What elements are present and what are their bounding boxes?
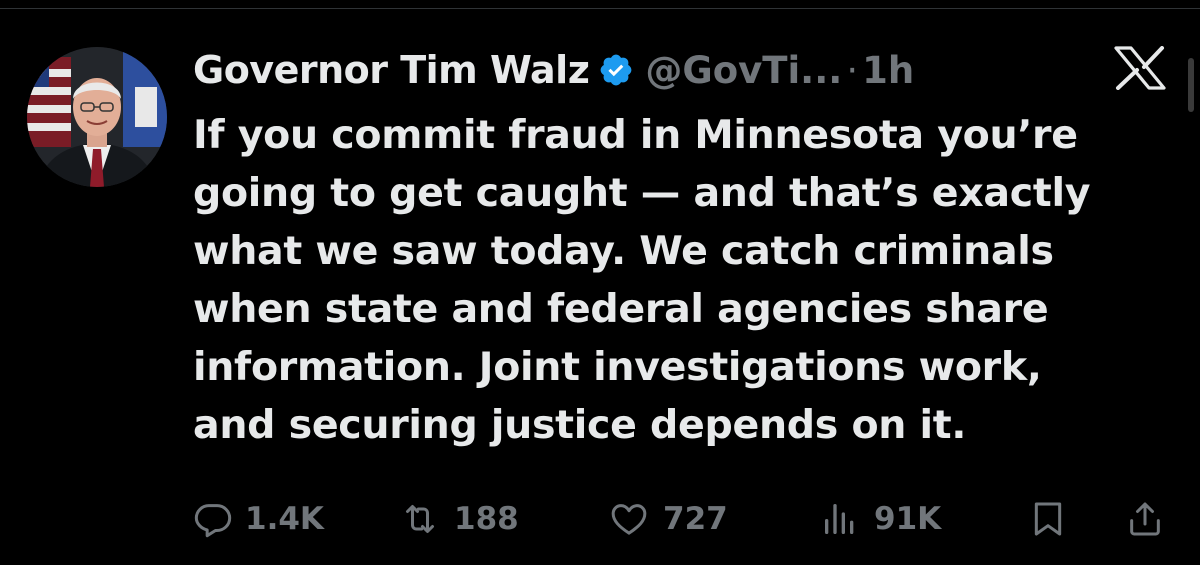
views-icon bbox=[818, 499, 862, 539]
tweet-text-line: information. Joint investigations work, bbox=[193, 344, 1042, 390]
timestamp[interactable]: 1h bbox=[862, 49, 914, 92]
repost-button[interactable]: 188 bbox=[398, 495, 519, 543]
share-button[interactable] bbox=[1125, 495, 1165, 543]
verified-badge-icon[interactable] bbox=[598, 52, 634, 88]
tweet-text-line: when state and federal agencies share bbox=[193, 286, 1049, 332]
top-divider bbox=[0, 8, 1200, 9]
like-count: 727 bbox=[663, 501, 728, 537]
like-icon bbox=[607, 499, 651, 539]
share-icon bbox=[1125, 499, 1165, 539]
scrollbar[interactable] bbox=[1188, 58, 1194, 112]
repost-count: 188 bbox=[454, 501, 519, 537]
like-button[interactable]: 727 bbox=[607, 495, 728, 543]
reply-icon bbox=[193, 499, 233, 539]
action-bar: 1.4K 188 727 91K bbox=[0, 495, 1200, 543]
bookmark-icon bbox=[1028, 499, 1068, 539]
tweet-text: If you commit fraud in Minnesota you’re … bbox=[193, 106, 1153, 454]
tweet-text-line: what we saw today. We catch criminals bbox=[193, 228, 1054, 274]
bookmark-button[interactable] bbox=[1028, 495, 1068, 543]
tweet-text-line: going to get caught — and that’s exactly bbox=[193, 170, 1091, 216]
avatar[interactable] bbox=[27, 47, 167, 187]
author-handle[interactable]: @GovTi... bbox=[645, 49, 842, 92]
repost-icon bbox=[398, 499, 442, 539]
separator-dot: · bbox=[846, 48, 859, 92]
views-button[interactable]: 91K bbox=[818, 495, 941, 543]
tweet-text-line: If you commit fraud in Minnesota you’re bbox=[193, 112, 1078, 158]
author-display-name[interactable]: Governor Tim Walz bbox=[193, 48, 590, 92]
x-logo-icon[interactable] bbox=[1110, 46, 1170, 90]
reply-button[interactable]: 1.4K bbox=[193, 495, 324, 543]
views-count: 91K bbox=[874, 501, 942, 537]
reply-count: 1.4K bbox=[245, 501, 324, 537]
tweet-header: Governor Tim Walz @GovTi... · 1h bbox=[193, 45, 914, 95]
tweet-text-line: and securing justice depends on it. bbox=[193, 402, 967, 448]
